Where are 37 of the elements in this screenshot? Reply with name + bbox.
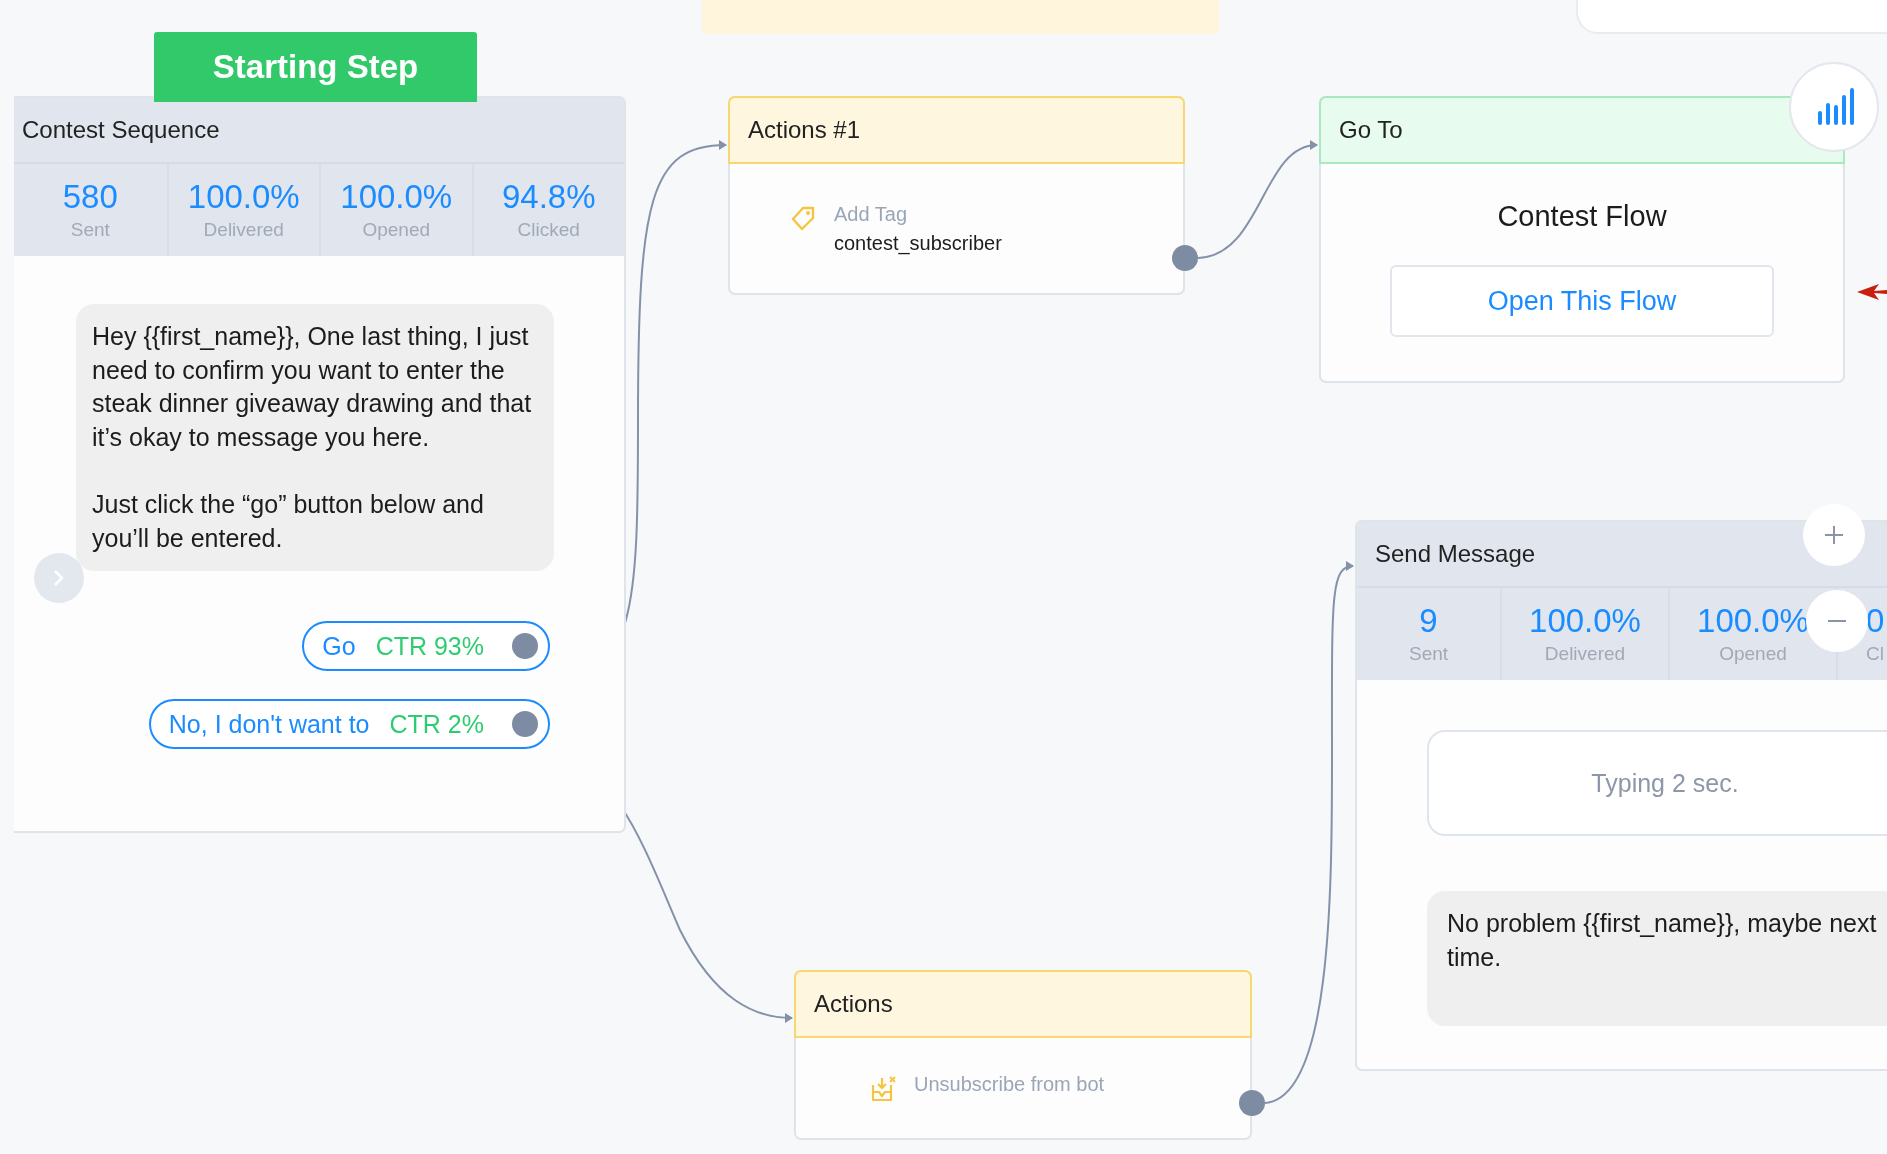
flow-card[interactable]: Send Message 9 Sent 100.0% Delivered 100.0% Opened 0 Cl Typing 2 sec. No problem {{first_name}}, maybe next time. [1355, 520, 1887, 1071]
button-label: Go [322, 631, 356, 661]
stat-label: Opened [1719, 643, 1787, 666]
stat-label: Clicked [517, 219, 580, 242]
message-bubble: No problem {{first_name}}, maybe next time. [1427, 891, 1887, 1026]
flow-card[interactable]: Actions Unsubscribe from bot [794, 970, 1252, 1140]
stat-label: Sent [1408, 643, 1449, 666]
action-value: contest_subscriber [834, 231, 1002, 255]
stat-value: 0 [1866, 602, 1885, 640]
stat-label: Sent [70, 219, 110, 242]
stat-value: 100.0% [1529, 602, 1641, 640]
flow-card[interactable]: Go To Contest Flow Open This Flow [1319, 96, 1845, 383]
stat-label: Delivered [203, 219, 284, 242]
action-label: Unsubscribe from bot [914, 1073, 1105, 1096]
stat-label: Opened [362, 219, 431, 242]
card-title: Actions [814, 990, 893, 1018]
typing-label: Typing 2 sec. [1591, 768, 1739, 798]
start-step-label: Starting Step [154, 32, 477, 102]
card-title: Contest Sequence [22, 116, 220, 144]
stat-value: 100.0% [1697, 602, 1809, 640]
card-title: Send Message [1375, 540, 1536, 568]
stat-value: 94.8% [501, 178, 596, 216]
stat-label: Cl [1866, 643, 1884, 666]
card-title: Go To [1339, 116, 1403, 144]
ctr-label: CTR 2% [389, 709, 484, 739]
button-label: No, I don't want to [168, 709, 370, 739]
flow-card[interactable]: Actions #1 Add Tag contest_subscriber [728, 96, 1185, 295]
stat-value: 100.0% [340, 178, 453, 216]
flow-name: Contest Flow [1497, 200, 1667, 233]
stat-value: 100.0% [187, 178, 300, 216]
action-label: Add Tag [834, 202, 909, 226]
message-bubble: Hey {{first_name}}, One last thing, I just need to confirm you want to enter the steak dinner giveaway drawing and that it’s okay to message you here. Just click the “go” button below and you’ll be entered. [76, 304, 554, 572]
ctr-label: CTR 93% [375, 631, 484, 661]
card-title: Actions #1 [748, 116, 861, 144]
stat-value: 9 [1419, 602, 1438, 640]
stat-value: 580 [62, 178, 118, 216]
stat-label: Delivered [1544, 643, 1626, 666]
